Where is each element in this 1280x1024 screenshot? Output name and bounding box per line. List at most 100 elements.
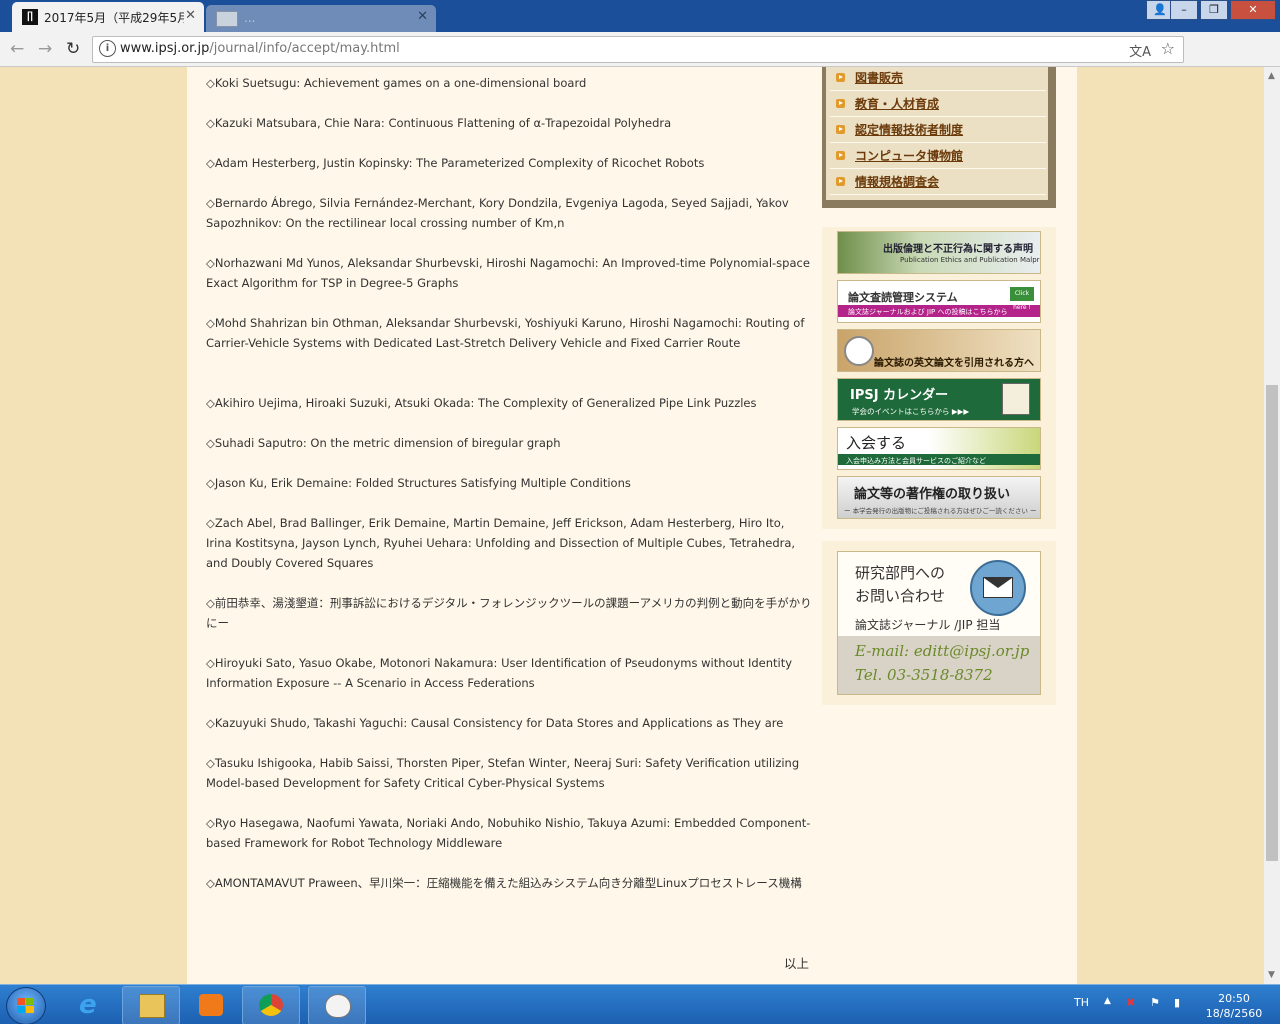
ipsj-favicon-icon: ∏ (22, 9, 38, 25)
tab-strip: ∏ 2017年5月（平成29年5月 ✕ ... ✕ 👤 – ❐ ✕ (0, 0, 1280, 32)
list-item: ◇前田恭幸、湯淺墾道：刑事訴訟におけるデジタル・フォレンジックツールの課題ーアメ… (206, 596, 812, 630)
clock-time: 20:50 (1218, 992, 1250, 1005)
side-menu-item-standards[interactable]: 情報規格調査会 (830, 171, 1046, 195)
banner-title: 出版倫理と不正行為に関する声明 (883, 244, 1033, 255)
language-indicator[interactable]: TH (1074, 996, 1089, 1009)
main-content: ◇Koki Suetsugu: Achievement games on a o… (187, 67, 1077, 984)
chrome-icon (259, 994, 283, 1016)
side-menu-item-museum[interactable]: コンピュータ博物館 (830, 145, 1046, 169)
contact-heading-line1: 研究部門への (855, 564, 946, 582)
list-item: ◇Akihiro Uejima, Hiroaki Suzuki, Atsuki … (206, 396, 757, 410)
review-system-banner[interactable]: 論文査読管理システム 論文誌ジャーナルおよび JIP への投稿はこちらから Cl… (837, 280, 1041, 323)
arrow-bullet-icon (836, 177, 845, 186)
tab-title: 2017年5月（平成29年5月 (44, 11, 184, 25)
minimize-button[interactable]: – (1170, 0, 1198, 20)
bookmark-star-icon[interactable]: ☆ (1161, 39, 1175, 58)
banner-title: IPSJ カレンダー (850, 388, 949, 403)
mail-envelope-icon (970, 560, 1026, 616)
site-info-icon[interactable]: i (99, 40, 116, 57)
paint-palette-icon (325, 994, 351, 1018)
scrollbar-thumb[interactable] (1266, 385, 1278, 861)
arrow-bullet-icon (836, 151, 845, 160)
taskbar-chrome[interactable] (242, 986, 300, 1024)
list-item: ◇Zach Abel, Brad Ballinger, Erik Demaine… (206, 516, 796, 570)
side-menu-item-certification[interactable]: 認定情報技術者制度 (830, 119, 1046, 143)
banner-subtitle: ー 本学会発行の出版物にご投稿される方はぜひご一読ください ー (844, 507, 1037, 515)
calendar-icon (1002, 383, 1030, 415)
banner-title: 入会する (846, 434, 907, 452)
url-host: www.ipsj.or.jp (120, 41, 210, 56)
copyright-banner[interactable]: 論文等の著作権の取り扱い ー 本学会発行の出版物にご投稿される方はぜひご一読くだ… (837, 476, 1041, 519)
list-item: ◇Bernardo Ábrego, Silvia Fernández-Merch… (206, 196, 789, 230)
list-item: ◇Koki Suetsugu: Achievement games on a o… (206, 76, 587, 90)
list-item: ◇Norhazwani Md Yunos, Aleksandar Shurbev… (206, 256, 810, 290)
windows-taskbar: e TH ▲ ✖ ⚑ ▮ 20:50 18/8/2560 (0, 984, 1280, 1024)
list-item: ◇Ryo Hasegawa, Naofumi Yawata, Noriaki A… (206, 816, 811, 850)
banner-tag: Click here ! (1010, 287, 1034, 311)
clock-date: 18/8/2560 (1205, 1007, 1263, 1020)
side-menu-label[interactable]: 認定情報技術者制度 (855, 121, 963, 138)
reload-icon[interactable]: ↻ (66, 39, 80, 59)
side-menu: 図書販売 教育・人材育成 認定情報技術者制度 コンピュータ博物館 情報規格調査会 (822, 67, 1056, 208)
windows-logo-icon (17, 998, 35, 1014)
start-button[interactable] (6, 987, 46, 1024)
forward-icon[interactable]: → (38, 39, 52, 59)
translate-icon[interactable]: 文A (1129, 41, 1151, 60)
list-item: ◇Kazuyuki Shudo, Takashi Yaguchi: Causal… (206, 716, 784, 730)
side-menu-label[interactable]: 図書販売 (855, 69, 903, 86)
side-menu-label[interactable]: コンピュータ博物館 (855, 147, 963, 164)
arrow-bullet-icon (836, 125, 845, 134)
taskbar-ie[interactable]: e (62, 986, 120, 1024)
contact-tel: Tel. 03-3518-8372 (855, 666, 993, 684)
tab-close-icon[interactable]: ✕ (185, 8, 196, 23)
address-bar[interactable]: i www.ipsj.or.jp/journal/info/accept/may… (92, 36, 1184, 63)
contact-heading: 研究部門への お問い合わせ (855, 562, 945, 608)
banner-title: 論文査読管理システム (848, 291, 958, 304)
vertical-scrollbar[interactable]: ▲ ▼ (1264, 67, 1280, 984)
banner-column: 出版倫理と不正行為に関する声明 Publication Ethics and P… (822, 227, 1056, 529)
side-menu-label[interactable]: 情報規格調査会 (855, 173, 939, 190)
page-favicon-icon (216, 11, 238, 27)
calendar-banner[interactable]: IPSJ カレンダー 学会のイベントはこちらから ▶▶▶ (837, 378, 1041, 421)
side-menu-item-books[interactable]: 図書販売 (830, 67, 1046, 91)
list-item: ◇AMONTAMAVUT Praween、早川栄一：圧縮機能を備えた組込みシステ… (206, 876, 802, 890)
cite-banner[interactable]: 論文誌の英文論文を引用される方へ (837, 329, 1041, 372)
contact-department: 論文誌ジャーナル /JIP 担当 (855, 618, 1001, 632)
network-warning-icon[interactable]: ✖ (1126, 996, 1135, 1009)
arrow-bullet-icon (836, 73, 845, 82)
show-hidden-icons-icon[interactable]: ▲ (1104, 996, 1111, 1006)
banner-subtitle: 入会申込み方法と会員サービスのご紹介など (846, 457, 986, 465)
back-icon[interactable]: ← (10, 39, 24, 59)
ethics-banner[interactable]: 出版倫理と不正行為に関する声明 Publication Ethics and P… (837, 231, 1041, 274)
taskbar-explorer[interactable] (122, 986, 180, 1024)
close-window-button[interactable]: ✕ (1230, 0, 1276, 20)
contact-email[interactable]: E-mail: editt@ipsj.or.jp (855, 642, 1029, 660)
tab-inactive[interactable]: ... ✕ (206, 5, 436, 32)
tab-close-icon[interactable]: ✕ (417, 9, 428, 24)
banner-title: 論文等の著作権の取り扱い (854, 487, 1011, 502)
banner-subtitle: 論文誌ジャーナルおよび JIP への投稿はこちらから (848, 308, 1008, 316)
contact-box: 研究部門への お問い合わせ 論文誌ジャーナル /JIP 担当 E-mail: e… (822, 541, 1056, 705)
taskbar-paint[interactable] (308, 986, 366, 1024)
scroll-down-icon[interactable]: ▼ (1268, 970, 1275, 980)
closing-text: 以上 (784, 956, 810, 971)
join-banner[interactable]: 入会する 入会申込み方法と会員サービスのご紹介など (837, 427, 1041, 470)
side-menu-item-education[interactable]: 教育・人材育成 (830, 93, 1046, 117)
contact-card[interactable]: 研究部門への お問い合わせ 論文誌ジャーナル /JIP 担当 E-mail: e… (837, 551, 1041, 695)
banner-subtitle: Publication Ethics and Publication Malpr… (900, 256, 1040, 264)
list-item: ◇Tasuku Ishigooka, Habib Saissi, Thorste… (206, 756, 800, 790)
restore-button[interactable]: ❐ (1200, 0, 1228, 20)
side-menu-label[interactable]: 教育・人材育成 (855, 95, 939, 112)
folder-icon (139, 994, 165, 1018)
system-clock[interactable]: 20:50 18/8/2560 (1196, 991, 1272, 1021)
list-item: ◇Hiroyuki Sato, Yasuo Okabe, Motonori Na… (206, 656, 793, 690)
action-center-flag-icon[interactable]: ⚑ (1150, 996, 1160, 1009)
accepted-paper-list: ◇Koki Suetsugu: Achievement games on a o… (206, 73, 812, 913)
scroll-up-icon[interactable]: ▲ (1268, 71, 1275, 81)
contact-heading-line2: お問い合わせ (855, 587, 946, 605)
volume-icon[interactable]: ▮ (1174, 996, 1180, 1009)
url-text[interactable]: www.ipsj.or.jp/journal/info/accept/may.h… (120, 41, 400, 56)
taskbar-media[interactable] (182, 986, 240, 1024)
tab-active[interactable]: ∏ 2017年5月（平成29年5月 ✕ (12, 2, 204, 32)
media-player-icon (199, 994, 223, 1016)
